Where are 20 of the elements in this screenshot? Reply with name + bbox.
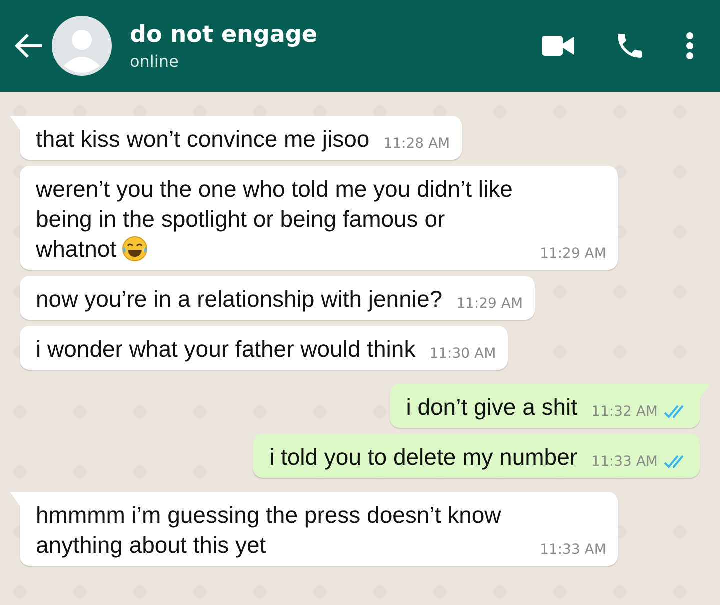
message-time: 11:30 AM bbox=[430, 346, 496, 362]
message-time: 11:29 AM bbox=[456, 296, 524, 312]
message-time: 11:29 AM bbox=[540, 246, 606, 262]
message-text: weren’t you the one who told me you didn’t like being in the spotlight or being famous or whatnot bbox=[36, 175, 514, 264]
message-text: that kiss won’t convince me jisoo bbox=[36, 125, 370, 154]
message-text: hmmmm i’m guessing the press doesn’t know anything about this yet bbox=[36, 501, 502, 560]
contact-name: do not engage bbox=[130, 22, 318, 48]
back-arrow-icon bbox=[14, 33, 44, 59]
message-time: 11:28 AM bbox=[384, 136, 450, 152]
more-options-icon bbox=[686, 32, 694, 60]
message-text: i told you to delete my number bbox=[269, 443, 578, 472]
message-time: 11:33 AM bbox=[540, 542, 606, 558]
avatar[interactable] bbox=[52, 16, 112, 76]
message-time: 11:32 AM bbox=[592, 404, 658, 420]
message-text: now you’re in a relationship with jennie? bbox=[36, 285, 443, 314]
contact-status: online bbox=[130, 52, 180, 70]
message-time: 11:33 AM bbox=[592, 454, 658, 470]
message-text: i wonder what your father would think bbox=[36, 335, 416, 364]
video-camera-icon bbox=[542, 35, 574, 57]
message-text: i don’t give a shit bbox=[406, 393, 578, 422]
